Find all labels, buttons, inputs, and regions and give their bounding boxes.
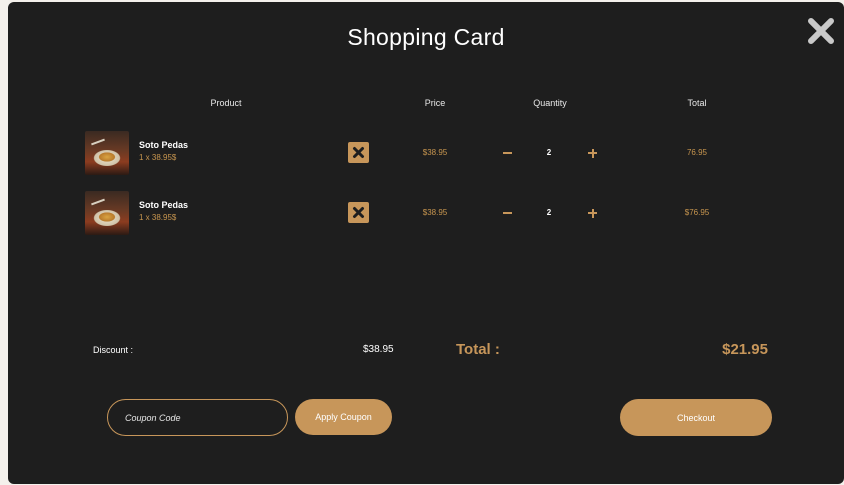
discount-label: Discount : bbox=[93, 345, 134, 355]
cart-row: Soto Pedas 1 x 38.95$ $38.95 2 $76.95 bbox=[8, 191, 844, 237]
quantity-decrease-button[interactable] bbox=[501, 143, 515, 163]
checkout-button[interactable]: Checkout bbox=[620, 399, 772, 436]
quantity-value: 2 bbox=[546, 208, 552, 217]
quantity-increase-button[interactable] bbox=[586, 143, 600, 163]
cart-row: Soto Pedas 1 x 38.95$ $38.95 2 76.95 bbox=[8, 131, 844, 177]
quantity-decrease-button[interactable] bbox=[501, 203, 515, 223]
item-total: 76.95 bbox=[686, 148, 708, 157]
shopping-cart-modal: Shopping Card Product Price Quantity Tot… bbox=[8, 2, 844, 484]
column-header-quantity: Quantity bbox=[533, 98, 567, 108]
item-total: $76.95 bbox=[684, 208, 710, 217]
modal-title: Shopping Card bbox=[347, 24, 505, 50]
remove-item-button[interactable] bbox=[348, 202, 369, 223]
column-header-total: Total bbox=[687, 98, 707, 108]
item-price: $38.95 bbox=[422, 208, 448, 217]
apply-coupon-button[interactable]: Apply Coupon bbox=[295, 399, 392, 435]
product-thumbnail bbox=[85, 191, 129, 235]
remove-item-button[interactable] bbox=[348, 142, 369, 163]
discount-value: $38.95 bbox=[363, 344, 394, 355]
product-unit-price: 1 x 38.95$ bbox=[139, 213, 177, 222]
column-header-price: Price bbox=[424, 98, 446, 108]
remove-x-icon bbox=[353, 207, 364, 218]
column-header-product: Product bbox=[210, 98, 242, 108]
product-thumbnail bbox=[85, 131, 129, 175]
grand-total-value: $21.95 bbox=[722, 341, 768, 358]
remove-x-icon bbox=[353, 147, 364, 158]
product-unit-price: 1 x 38.95$ bbox=[139, 153, 177, 162]
product-name: Soto Pedas bbox=[139, 200, 189, 210]
item-price: $38.95 bbox=[422, 148, 448, 157]
coupon-code-input[interactable] bbox=[107, 399, 288, 436]
quantity-increase-button[interactable] bbox=[586, 203, 600, 223]
grand-total-label: Total : bbox=[456, 341, 500, 358]
product-name: Soto Pedas bbox=[139, 140, 189, 150]
quantity-value: 2 bbox=[546, 148, 552, 157]
